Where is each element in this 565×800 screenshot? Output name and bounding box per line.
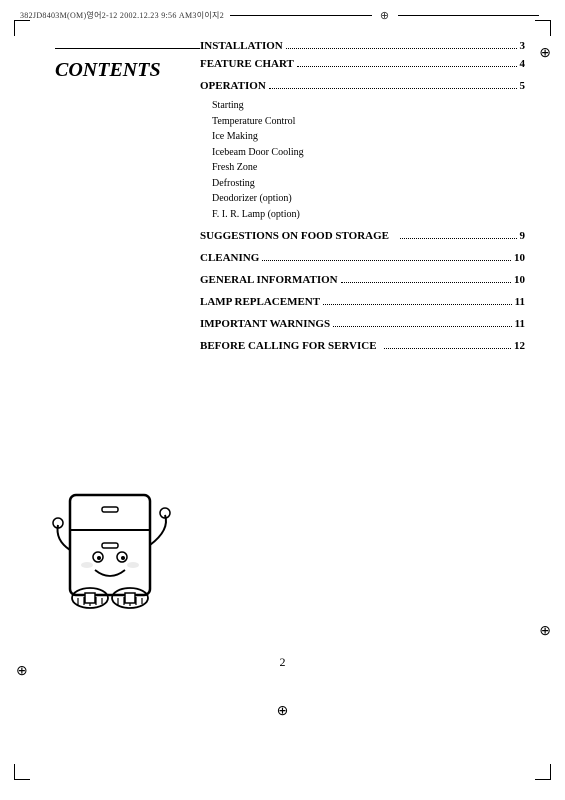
sub-item-icebeam-door-cooling: Icebeam Door Cooling <box>212 145 525 161</box>
page-number: 2 <box>280 655 286 670</box>
operation-sub-items: Starting Temperature Control Ice Making … <box>200 98 525 222</box>
sub-item-fir-lamp: F. I. R. Lamp (option) <box>212 207 525 223</box>
sub-item-fresh-zone: Fresh Zone <box>212 160 525 176</box>
toc-dots-before-calling <box>384 348 511 349</box>
toc-label-installation: INSTALLATION <box>200 40 283 52</box>
fridge-illustration <box>40 485 210 625</box>
right-crosshair-top: ⊕ <box>539 45 551 62</box>
toc-page-lamp-replacement: 11 <box>515 296 525 308</box>
sub-item-deodorizer: Deodorizer (option) <box>212 191 525 207</box>
bottom-crosshair: ⊕ <box>277 703 289 720</box>
toc-dots-operation <box>269 88 517 89</box>
sub-item-defrosting: Defrosting <box>212 176 525 192</box>
toc-page-cleaning: 10 <box>514 252 525 264</box>
toc-entry-important-warnings: IMPORTANT WARNINGS 11 <box>200 318 525 330</box>
toc-dots-lamp-replacement <box>323 304 512 305</box>
sub-item-temperature-control: Temperature Control <box>212 114 525 130</box>
toc-entry-general-info: GENERAL INFORMATION 10 <box>200 274 525 286</box>
toc-dots-important-warnings <box>333 326 511 327</box>
toc-page-general-info: 10 <box>514 274 525 286</box>
left-crosshair-bottom: ⊕ <box>16 663 28 680</box>
toc-dots-general-info <box>341 282 511 283</box>
toc-page-operation: 5 <box>520 80 526 92</box>
toc-page-before-calling: 12 <box>514 340 525 352</box>
title-separator <box>55 48 200 49</box>
toc-entry-feature-chart: FEATURE CHART 4 <box>200 58 525 70</box>
toc-dots-installation <box>286 48 517 49</box>
toc-page-food-storage: 9 <box>520 230 526 242</box>
toc-label-operation: OPERATION <box>200 80 266 92</box>
header-line-right <box>398 15 540 16</box>
toc-dots-cleaning <box>262 260 511 261</box>
right-crosshair-bottom: ⊕ <box>539 623 551 640</box>
toc-label-feature-chart: FEATURE CHART <box>200 58 294 70</box>
toc-entry-before-calling: BEFORE CALLING FOR SERVICE 12 <box>200 340 525 352</box>
toc-label-before-calling: BEFORE CALLING FOR SERVICE <box>200 340 377 352</box>
toc-label-food-storage: SUGGESTIONS ON FOOD STORAGE <box>200 230 389 242</box>
toc-page-installation: 3 <box>520 40 526 52</box>
toc-entry-lamp-replacement: LAMP REPLACEMENT 11 <box>200 296 525 308</box>
contents-title-area: CONTENTS <box>55 40 200 82</box>
toc-label-important-warnings: IMPORTANT WARNINGS <box>200 318 330 330</box>
contents-section: CONTENTS INSTALLATION 3 FEATURE CHART 4 <box>55 40 525 362</box>
contents-title: CONTENTS <box>55 59 200 82</box>
sub-item-ice-making: Ice Making <box>212 129 525 145</box>
toc-label-general-info: GENERAL INFORMATION <box>200 274 338 286</box>
toc-dots-feature-chart <box>297 66 517 67</box>
corner-mark-br <box>535 764 551 780</box>
fridge-svg <box>40 485 210 625</box>
toc-entry-cleaning: CLEANING 10 <box>200 252 525 264</box>
toc-entry-food-storage: SUGGESTIONS ON FOOD STORAGE 9 <box>200 230 525 242</box>
toc-entry-installation: INSTALLATION 3 <box>200 40 525 52</box>
file-header: 382JD8403M(OM)영어2-12 2002.12.23 9:56 AM3… <box>20 8 545 22</box>
toc-page-feature-chart: 4 <box>520 58 526 70</box>
header-line-left <box>230 15 372 16</box>
toc-page-important-warnings: 11 <box>515 318 525 330</box>
toc-label-lamp-replacement: LAMP REPLACEMENT <box>200 296 320 308</box>
header-crosshair <box>378 8 392 22</box>
page-container: 382JD8403M(OM)영어2-12 2002.12.23 9:56 AM3… <box>0 0 565 800</box>
corner-mark-tl <box>14 20 30 36</box>
toc-entry-operation: OPERATION 5 <box>200 80 525 92</box>
toc-area: INSTALLATION 3 FEATURE CHART 4 OPERATION… <box>200 40 525 362</box>
corner-mark-tr <box>535 20 551 36</box>
toc-space-food-storage <box>389 230 397 242</box>
corner-mark-bl <box>14 764 30 780</box>
toc-label-cleaning: CLEANING <box>200 252 259 264</box>
toc-dots-food-storage <box>400 238 517 239</box>
sub-item-starting: Starting <box>212 98 525 114</box>
main-content: CONTENTS INSTALLATION 3 FEATURE CHART 4 <box>55 40 525 362</box>
file-info-text: 382JD8403M(OM)영어2-12 2002.12.23 9:56 AM3… <box>20 10 224 21</box>
